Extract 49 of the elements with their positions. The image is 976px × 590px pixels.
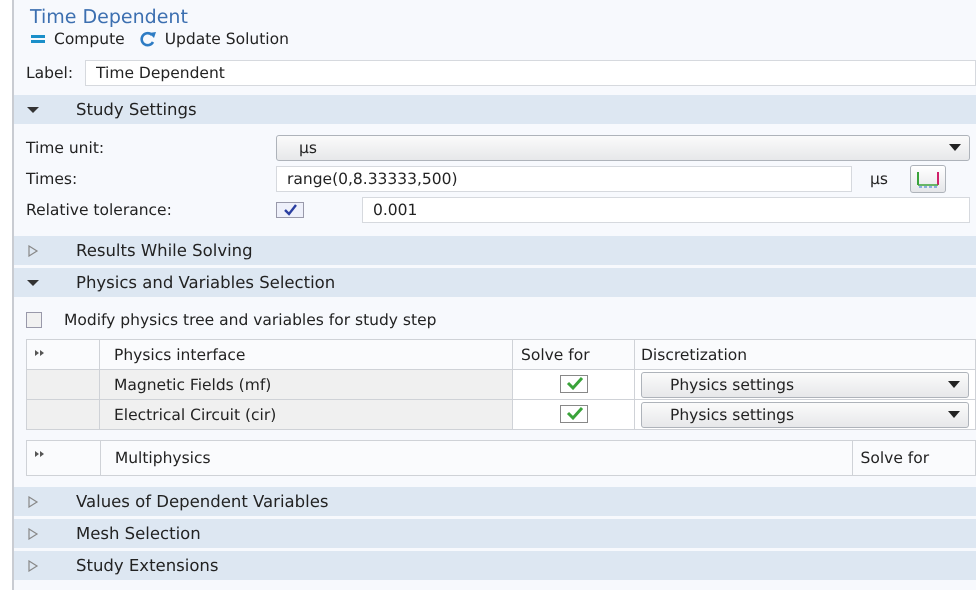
collapse-icon xyxy=(26,278,40,286)
window-title: Time Dependent xyxy=(29,5,189,28)
field-label: Relative tolerance: xyxy=(26,200,173,218)
toolbar-button[interactable]: Update Solution xyxy=(136,30,291,48)
check-icon xyxy=(564,406,582,420)
field-label: Times: xyxy=(26,170,78,188)
section-header[interactable]: Mesh Selection xyxy=(14,519,976,548)
table-cell: Electrical Circuit (cir) xyxy=(100,400,512,430)
collapse-icon xyxy=(26,106,40,114)
times-field[interactable]: range(0,8.33333,500) xyxy=(276,166,852,192)
section-header[interactable]: Study Extensions xyxy=(14,551,976,580)
time-unit-dropdown[interactable]: µs xyxy=(276,134,970,160)
range-button[interactable] xyxy=(910,164,946,192)
section-header[interactable]: Study Settings xyxy=(14,95,976,124)
field-label: Label: xyxy=(26,64,74,82)
section-header[interactable]: Values of Dependent Variables xyxy=(14,487,976,516)
unit-label: µs xyxy=(870,170,889,188)
check-icon xyxy=(564,376,582,390)
refresh-icon xyxy=(138,31,157,47)
table-cell: Magnetic Fields (mf) xyxy=(100,370,512,400)
section-header[interactable]: Results While Solving xyxy=(14,236,976,265)
expand-icon xyxy=(26,496,40,508)
tolerance-field[interactable]: 0.001 xyxy=(362,196,970,222)
caret-icon xyxy=(948,411,960,418)
discretization-dropdown[interactable]: Physics settings xyxy=(641,402,969,428)
checkbox[interactable] xyxy=(560,374,588,392)
label-field[interactable]: Time Dependent xyxy=(85,60,976,86)
caret-icon xyxy=(949,144,961,151)
caret-icon xyxy=(948,381,960,388)
checkbox[interactable] xyxy=(560,404,588,422)
expand-columns-icon xyxy=(35,451,45,457)
checkbox[interactable] xyxy=(26,312,42,328)
checkbox[interactable] xyxy=(276,202,304,218)
expand-icon xyxy=(26,560,40,572)
section-header[interactable]: Physics and Variables Selection xyxy=(14,268,976,297)
column-header: Discretization xyxy=(634,340,976,370)
column-header: Multiphysics xyxy=(100,440,852,476)
checkbox-label: Modify physics tree and variables for study step xyxy=(64,311,436,329)
expand-columns-icon xyxy=(35,350,45,356)
field-label: Time unit: xyxy=(26,138,106,156)
column-header: Solve for xyxy=(512,340,634,370)
expand-icon xyxy=(26,244,40,256)
column-header: Physics interface xyxy=(100,340,512,370)
discretization-dropdown[interactable]: Physics settings xyxy=(641,372,969,398)
column-header: Solve for xyxy=(852,440,976,476)
equals-icon xyxy=(30,34,46,44)
check-icon xyxy=(283,204,297,216)
expand-icon xyxy=(26,528,40,540)
toolbar-button[interactable]: Compute xyxy=(28,30,127,48)
